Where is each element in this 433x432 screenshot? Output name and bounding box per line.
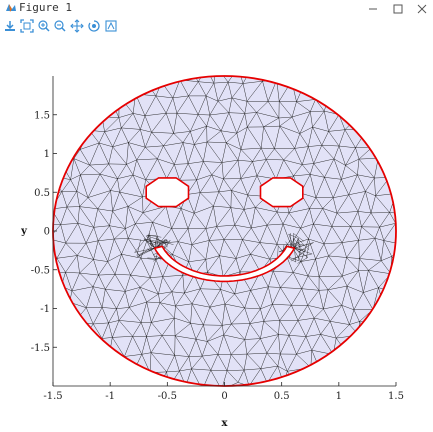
y-tick-label: 0.5 [34,188,50,199]
mesh-plot: -1.5 -1 -0.5 0 0.5 1 1.5 -1.5-1-0.500.511.5 x … [20,75,404,429]
y-axis-label: y [20,226,28,237]
x-tick-label: 0.5 [274,391,290,402]
y-tick-label: -0.5 [31,265,50,276]
x-tick-label: -1.5 [43,391,62,402]
y-tick-label: 1 [44,149,50,160]
pan-icon[interactable] [70,19,84,33]
x-tick-label: 1 [336,391,342,402]
fit-view-icon[interactable] [20,19,34,33]
y-tick-label: -1 [40,304,50,315]
x-tick-label: -1 [105,391,115,402]
x-axis-label: x [222,418,229,429]
y-tick-label: 0 [44,227,50,238]
matlab-app-icon [6,4,16,12]
close-button[interactable] [405,0,433,17]
rotate-icon[interactable] [87,19,101,33]
zoom-in-icon[interactable] [37,19,51,33]
figure-canvas: -1.5 -1 -0.5 0 0.5 1 1.5 -1.5 -1 -0.5 0 0.5 1 1.5 x … [0,36,433,432]
title-bar: Figure 1 [0,0,433,17]
y-tick-label: -1.5 [31,343,50,354]
x-tick-label: 1.5 [388,391,404,402]
save-icon[interactable] [3,19,17,33]
zoom-out-icon[interactable] [53,19,67,33]
settings-icon[interactable] [104,19,118,33]
y-tick-label: 1.5 [34,110,50,121]
window-title: Figure 1 [19,1,72,14]
x-tick-label: -0.5 [158,391,177,402]
figure-toolbar [0,17,433,36]
x-tick-label: 0 [221,391,227,402]
